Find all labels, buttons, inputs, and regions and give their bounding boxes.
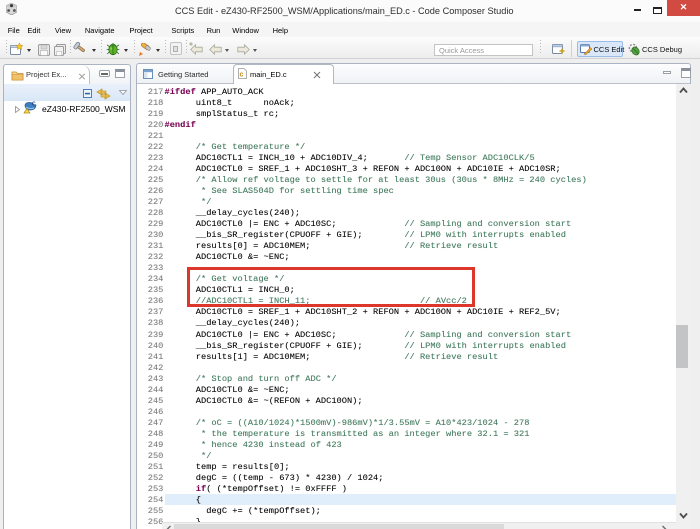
svg-text:C: C	[32, 102, 36, 108]
svg-text:c: c	[240, 72, 244, 79]
